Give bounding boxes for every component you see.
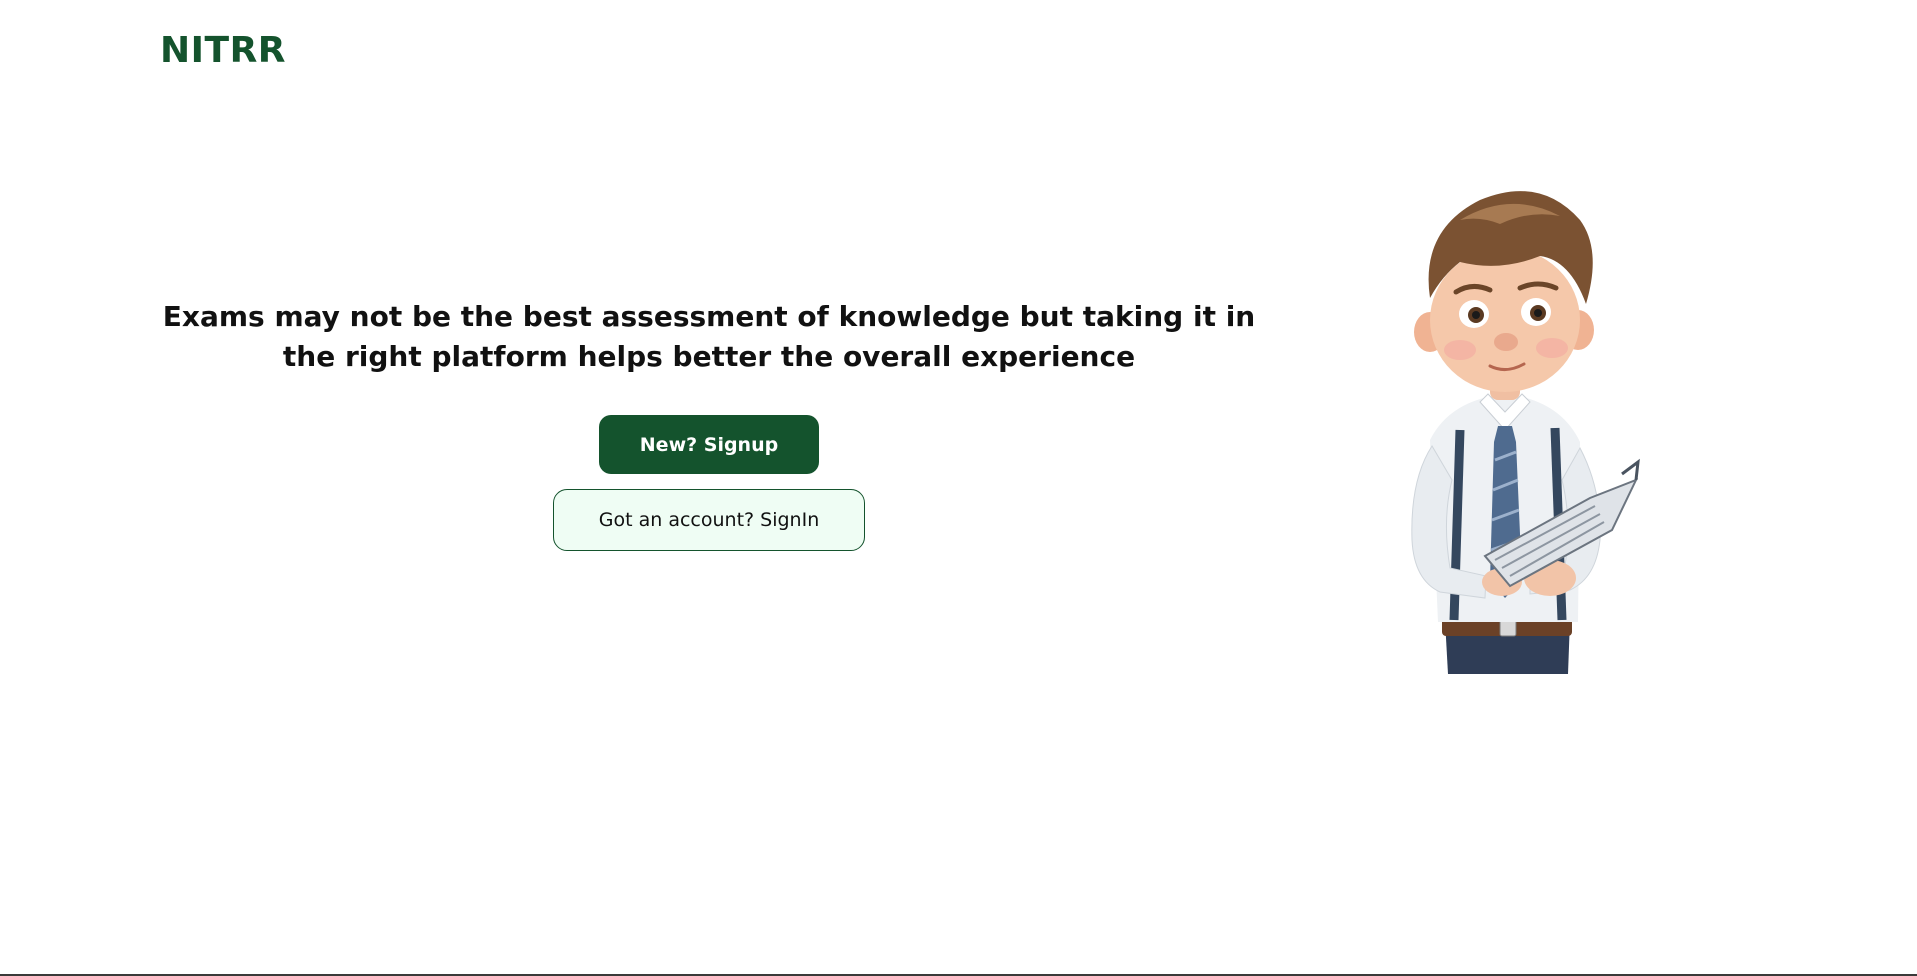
brand-logo[interactable]: NITRR bbox=[160, 30, 286, 71]
landing-page: NITRR Exams may not be the best assessme… bbox=[0, 0, 1917, 976]
student-illustration bbox=[1390, 180, 1700, 674]
hero-headline: Exams may not be the best assessment of … bbox=[162, 300, 1256, 373]
hero-actions: New? Signup Got an account? SignIn bbox=[150, 415, 1268, 551]
hero-section: Exams may not be the best assessment of … bbox=[150, 297, 1268, 551]
signin-button[interactable]: Got an account? SignIn bbox=[553, 489, 865, 551]
signup-button[interactable]: New? Signup bbox=[599, 415, 819, 474]
